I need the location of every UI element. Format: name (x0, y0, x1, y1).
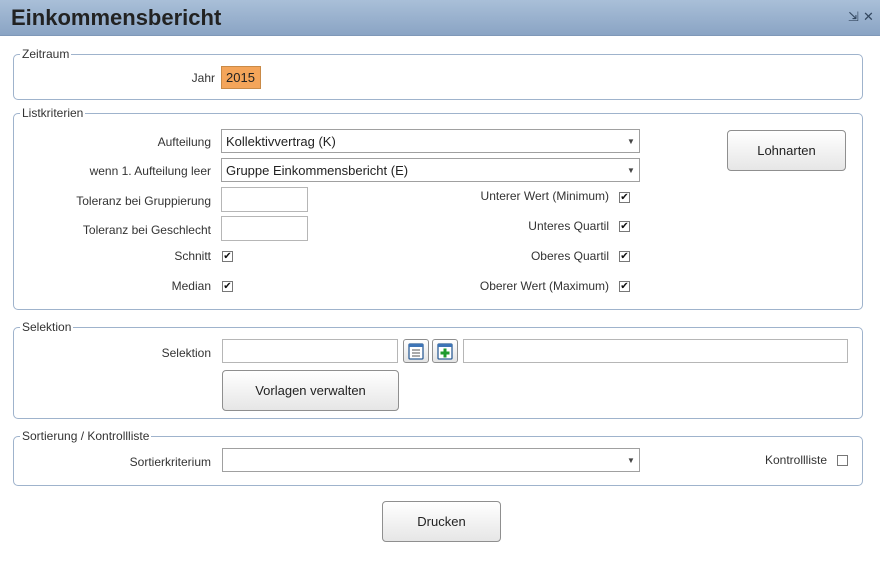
window-title: Einkommensbericht (11, 5, 222, 30)
kontrollliste-label: Kontrollliste (764, 453, 827, 467)
unteres-quartil-label: Unteres Quartil (528, 219, 609, 233)
selektion-text-field[interactable] (463, 339, 848, 363)
close-icon[interactable]: ✕ (863, 10, 874, 24)
selektion-legend: Selektion (20, 320, 74, 334)
oberes-quartil-checkbox[interactable]: ✔ (619, 251, 630, 262)
oberes-quartil-label: Oberes Quartil (530, 249, 609, 263)
selektion-input[interactable] (222, 339, 398, 363)
aufteilung-value: Kollektivvertrag (K) (226, 134, 336, 149)
window-titlebar: Einkommensbericht ⇲ ✕ (0, 0, 880, 36)
toleranz-gruppierung-label: Toleranz bei Gruppierung (76, 194, 211, 208)
selektion-label: Selektion (161, 346, 211, 360)
drucken-button[interactable]: Drucken (382, 501, 501, 542)
aufteilung-select[interactable]: Kollektivvertrag (K) ▼ (221, 129, 640, 153)
sortierung-legend: Sortierung / Kontrollliste (20, 429, 152, 443)
oberer-wert-checkbox[interactable]: ✔ (619, 281, 630, 292)
jahr-label: Jahr (191, 71, 215, 85)
median-label: Median (171, 279, 211, 293)
selektion-add-button[interactable] (432, 339, 458, 363)
list-icon (408, 343, 424, 360)
schnitt-label: Schnitt (174, 249, 211, 263)
selektion-list-button[interactable] (403, 339, 429, 363)
wenn-aufteilung-leer-value: Gruppe Einkommensbericht (E) (226, 163, 409, 178)
unterer-wert-checkbox[interactable]: ✔ (619, 192, 630, 203)
add-icon (437, 343, 453, 360)
lohnarten-button[interactable]: Lohnarten (727, 130, 846, 171)
minimize-icon[interactable]: ⇲ (848, 10, 859, 24)
toleranz-gruppierung-input[interactable] (221, 187, 308, 212)
aufteilung-label: Aufteilung (157, 135, 211, 149)
schnitt-checkbox[interactable]: ✔ (222, 251, 233, 262)
jahr-input[interactable]: 2015 (221, 66, 261, 89)
zeitraum-legend: Zeitraum (20, 47, 72, 61)
sortierkriterium-select[interactable]: ▼ (222, 448, 640, 472)
unteres-quartil-checkbox[interactable]: ✔ (619, 221, 630, 232)
toleranz-geschlecht-input[interactable] (221, 216, 308, 241)
chevron-down-icon[interactable]: ▼ (623, 159, 639, 181)
unterer-wert-label: Unterer Wert (Minimum) (480, 189, 609, 203)
chevron-down-icon[interactable]: ▼ (623, 449, 639, 471)
sortierkriterium-label: Sortierkriterium (129, 455, 211, 469)
kontrollliste-checkbox[interactable] (837, 455, 848, 466)
wenn-aufteilung-leer-label: wenn 1. Aufteilung leer (89, 164, 211, 178)
listkriterien-legend: Listkriterien (20, 106, 86, 120)
chevron-down-icon[interactable]: ▼ (623, 130, 639, 152)
wenn-aufteilung-leer-select[interactable]: Gruppe Einkommensbericht (E) ▼ (221, 158, 640, 182)
median-checkbox[interactable]: ✔ (222, 281, 233, 292)
vorlagen-verwalten-button[interactable]: Vorlagen verwalten (222, 370, 399, 411)
oberer-wert-label: Oberer Wert (Maximum) (479, 279, 609, 293)
toleranz-geschlecht-label: Toleranz bei Geschlecht (82, 223, 211, 237)
